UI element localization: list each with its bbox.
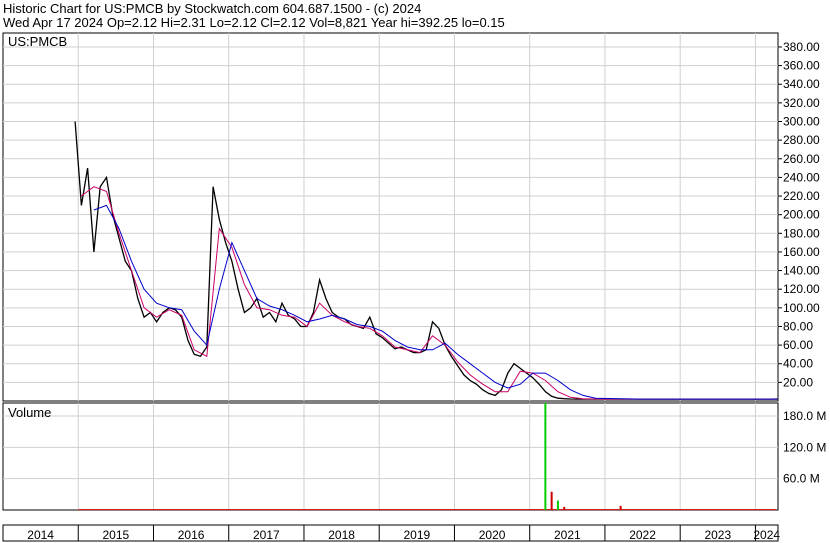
price-y-tick-label: 360.00: [783, 59, 820, 73]
price-y-tick-label: 320.00: [783, 96, 820, 110]
price-y-tick-label: 280.00: [783, 133, 820, 147]
price-y-tick-label: 340.00: [783, 77, 820, 91]
chart-quote-line: Wed Apr 17 2024 Op=2.12 Hi=2.31 Lo=2.12 …: [3, 15, 505, 30]
price-y-tick-label: 220.00: [783, 189, 820, 203]
price-panel: 20.00 40.00 60.00 80.00 100.00 120.00 140.00 16…: [2, 32, 820, 402]
price-y-tick-label: 20.00: [783, 375, 813, 389]
x-tick-label: 2019: [403, 528, 430, 542]
chart-title: Historic Chart for US:PMCB by Stockwatch…: [3, 1, 421, 16]
x-tick-label: 2018: [328, 528, 355, 542]
x-tick-label: 2024: [753, 528, 780, 542]
stock-chart: Historic Chart for US:PMCB by Stockwatch…: [0, 0, 830, 543]
x-tick-label: 2016: [178, 528, 205, 542]
volume-panel-frame: [2, 402, 779, 511]
volume-bar: [550, 491, 553, 510]
price-y-tick-label: 40.00: [783, 357, 813, 371]
volume-bar: [544, 403, 547, 510]
volume-bar: [563, 506, 566, 510]
price-y-tick-label: 80.00: [783, 319, 813, 333]
price-y-tick-label: 240.00: [783, 170, 820, 184]
x-tick-label: 2020: [479, 528, 506, 542]
price-y-tick-label: 380.00: [783, 40, 820, 54]
x-tick-label: 2021: [554, 528, 581, 542]
volume-panel-label: Volume: [8, 405, 51, 420]
price-y-tick-label: 200.00: [783, 208, 820, 222]
x-tick-label: 2023: [704, 528, 731, 542]
price-y-tick-label: 60.00: [783, 338, 813, 352]
volume-panel: 60.0 M 120.0 M 180.0 M Volume: [2, 402, 826, 511]
price-y-tick-label: 180.00: [783, 226, 820, 240]
x-tick-label: 2014: [27, 528, 54, 542]
x-tick-label: 2017: [253, 528, 280, 542]
price-y-tick-label: 100.00: [783, 301, 820, 315]
price-y-tick-label: 300.00: [783, 115, 820, 129]
price-y-tick-label: 120.00: [783, 282, 820, 296]
x-axis: 2014 2015 2016 2017 2018 2019 2020 2021 2022 2023…: [2, 524, 780, 542]
x-tick-label: 2015: [103, 528, 130, 542]
price-y-tick-label: 260.00: [783, 152, 820, 166]
volume-y-tick-label: 60.0 M: [783, 472, 820, 486]
price-y-tick-label: 140.00: [783, 264, 820, 278]
volume-y-tick-label: 180.0 M: [783, 409, 826, 423]
volume-y-tick-label: 120.0 M: [783, 440, 826, 454]
price-panel-label: US:PMCB: [8, 34, 67, 49]
price-y-tick-label: 160.00: [783, 245, 820, 259]
volume-bar: [619, 505, 622, 510]
volume-bar: [556, 500, 559, 510]
price-panel-frame: [2, 32, 779, 402]
x-tick-label: 2022: [629, 528, 656, 542]
